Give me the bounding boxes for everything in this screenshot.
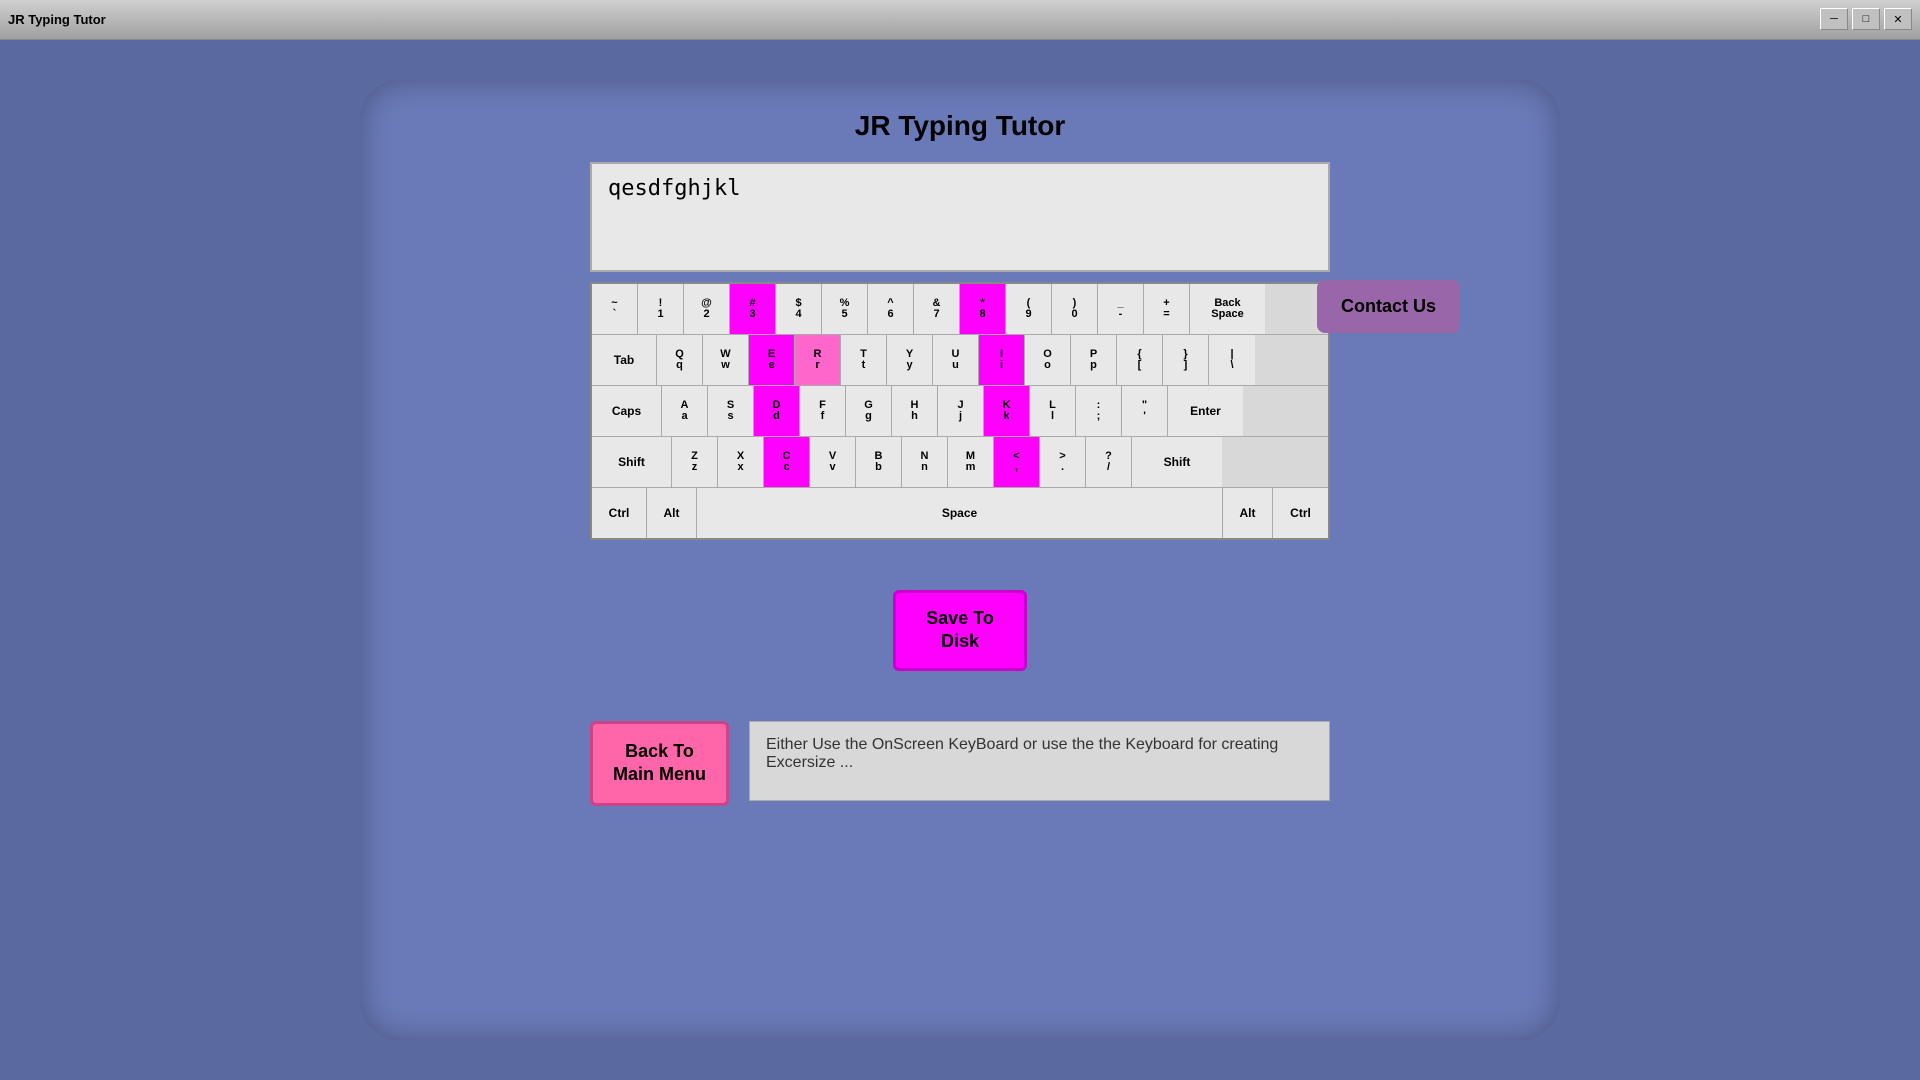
key-bracket-close[interactable]: }] <box>1163 335 1209 385</box>
minimize-button[interactable]: ─ <box>1820 8 1848 30</box>
key-ctrl-right[interactable]: Ctrl <box>1273 488 1328 538</box>
keyboard-row-5: Ctrl Alt Space Alt Ctrl <box>592 488 1328 538</box>
key-n[interactable]: Nn <box>902 437 948 487</box>
title-bar-text: JR Typing Tutor <box>8 12 106 27</box>
key-shift-left[interactable]: Shift <box>592 437 672 487</box>
bottom-section: Back ToMain Menu Either Use the OnScreen… <box>590 721 1330 806</box>
key-w[interactable]: Ww <box>703 335 749 385</box>
key-l[interactable]: Ll <box>1030 386 1076 436</box>
key-i[interactable]: Ii <box>979 335 1025 385</box>
key-b[interactable]: Bb <box>856 437 902 487</box>
title-bar-controls: ─ □ ✕ <box>1820 8 1912 30</box>
key-9[interactable]: (9 <box>1006 284 1052 334</box>
save-to-disk-button[interactable]: Save ToDisk <box>893 590 1027 671</box>
key-h[interactable]: Hh <box>892 386 938 436</box>
key-u[interactable]: Uu <box>933 335 979 385</box>
key-f[interactable]: Ff <box>800 386 846 436</box>
key-4[interactable]: $4 <box>776 284 822 334</box>
app-title: JR Typing Tutor <box>855 110 1066 142</box>
key-ctrl-left[interactable]: Ctrl <box>592 488 647 538</box>
key-o[interactable]: Oo <box>1025 335 1071 385</box>
text-input[interactable]: qesdfghjkl <box>590 162 1330 272</box>
keyboard-row-4: Shift Zz Xx Cc Vv Bb Nn Mm <, >. ?/ Shif… <box>592 437 1328 488</box>
key-slash[interactable]: ?/ <box>1086 437 1132 487</box>
key-shift-right[interactable]: Shift <box>1132 437 1222 487</box>
key-t[interactable]: Tt <box>841 335 887 385</box>
key-7[interactable]: &7 <box>914 284 960 334</box>
key-space[interactable]: Space <box>697 488 1223 538</box>
key-backtick[interactable]: ~` <box>592 284 638 334</box>
key-minus[interactable]: _- <box>1098 284 1144 334</box>
key-5[interactable]: %5 <box>822 284 868 334</box>
key-tab[interactable]: Tab <box>592 335 657 385</box>
key-0[interactable]: )0 <box>1052 284 1098 334</box>
key-backslash[interactable]: |\ <box>1209 335 1255 385</box>
maximize-button[interactable]: □ <box>1852 8 1880 30</box>
key-caps[interactable]: Caps <box>592 386 662 436</box>
app-container: JR Typing Tutor qesdfghjkl Contact Us ~`… <box>360 80 1560 1040</box>
key-alt-right[interactable]: Alt <box>1223 488 1273 538</box>
key-a[interactable]: Aa <box>662 386 708 436</box>
key-g[interactable]: Gg <box>846 386 892 436</box>
key-comma[interactable]: <, <box>994 437 1040 487</box>
keyboard-row-2: Tab Qq Ww Ee Rr Tt Yy Uu Ii Oo Pp {[ }] … <box>592 335 1328 386</box>
key-enter[interactable]: Enter <box>1168 386 1243 436</box>
key-d[interactable]: Dd <box>754 386 800 436</box>
close-button[interactable]: ✕ <box>1884 8 1912 30</box>
key-2[interactable]: @2 <box>684 284 730 334</box>
key-p[interactable]: Pp <box>1071 335 1117 385</box>
key-y[interactable]: Yy <box>887 335 933 385</box>
info-box: Either Use the OnScreen KeyBoard or use … <box>749 721 1330 801</box>
key-semicolon[interactable]: :; <box>1076 386 1122 436</box>
title-bar: JR Typing Tutor ─ □ ✕ <box>0 0 1920 40</box>
key-s[interactable]: Ss <box>708 386 754 436</box>
key-z[interactable]: Zz <box>672 437 718 487</box>
key-m[interactable]: Mm <box>948 437 994 487</box>
key-backspace[interactable]: BackSpace <box>1190 284 1265 334</box>
key-e[interactable]: Ee <box>749 335 795 385</box>
contact-us-button[interactable]: Contact Us <box>1317 280 1460 333</box>
key-r[interactable]: Rr <box>795 335 841 385</box>
key-6[interactable]: ^6 <box>868 284 914 334</box>
key-8[interactable]: *8 <box>960 284 1006 334</box>
key-equals[interactable]: += <box>1144 284 1190 334</box>
key-v[interactable]: Vv <box>810 437 856 487</box>
keyboard-row-1: ~` !1 @2 #3 $4 %5 ^6 &7 *8 (9 )0 _- += B… <box>592 284 1328 335</box>
main-content: JR Typing Tutor qesdfghjkl Contact Us ~`… <box>0 40 1920 1080</box>
key-x[interactable]: Xx <box>718 437 764 487</box>
key-3[interactable]: #3 <box>730 284 776 334</box>
key-q[interactable]: Qq <box>657 335 703 385</box>
key-period[interactable]: >. <box>1040 437 1086 487</box>
keyboard-row-3: Caps Aa Ss Dd Ff Gg Hh Jj Kk Ll :; "' En… <box>592 386 1328 437</box>
key-1[interactable]: !1 <box>638 284 684 334</box>
back-to-main-menu-button[interactable]: Back ToMain Menu <box>590 721 729 806</box>
key-k[interactable]: Kk <box>984 386 1030 436</box>
key-quote[interactable]: "' <box>1122 386 1168 436</box>
keyboard: ~` !1 @2 #3 $4 %5 ^6 &7 *8 (9 )0 _- += B… <box>590 282 1330 540</box>
key-bracket-open[interactable]: {[ <box>1117 335 1163 385</box>
key-alt-left[interactable]: Alt <box>647 488 697 538</box>
key-j[interactable]: Jj <box>938 386 984 436</box>
key-c[interactable]: Cc <box>764 437 810 487</box>
